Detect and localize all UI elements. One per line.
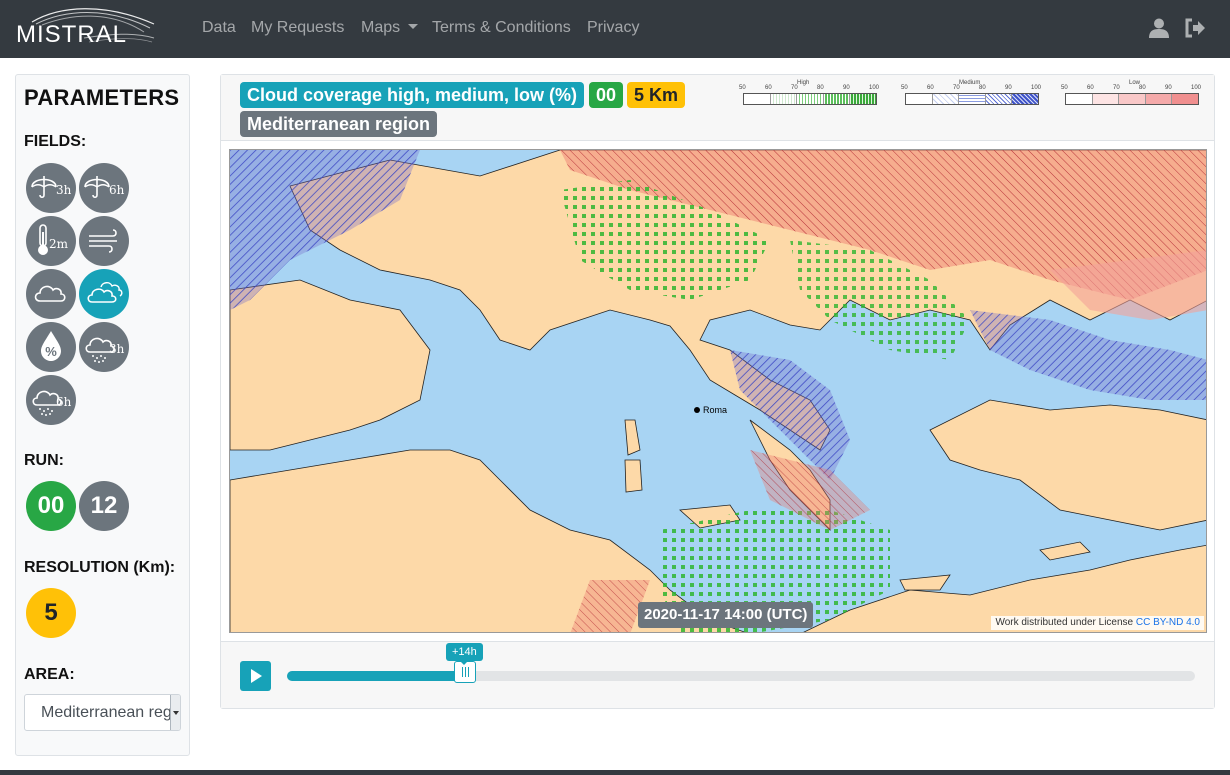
nav-terms[interactable]: Terms & Conditions bbox=[432, 19, 571, 37]
field-snow-3h-button[interactable]: 3h bbox=[79, 322, 129, 372]
chevron-down-icon bbox=[170, 695, 180, 730]
map-card-header: Cloud coverage high, medium, low (%) 00 … bbox=[221, 75, 1214, 141]
field-precip-6h-button[interactable]: 6h bbox=[79, 163, 129, 213]
field-cloud-total-button[interactable] bbox=[26, 269, 76, 319]
run-00-button[interactable]: 00 bbox=[26, 481, 76, 531]
time-step-tooltip: +14h bbox=[445, 643, 483, 665]
nav-my-requests[interactable]: My Requests bbox=[251, 19, 344, 37]
legend-high-bar bbox=[743, 93, 877, 105]
field-snow-3h-sub: 3h bbox=[109, 342, 125, 356]
legend-low-bar bbox=[1065, 93, 1199, 105]
resolution-label: RESOLUTION (Km): bbox=[24, 559, 176, 576]
nav-maps-dropdown[interactable]: Maps bbox=[361, 19, 419, 37]
resolution-badge: 5 Km bbox=[627, 82, 686, 108]
field-humidity-button[interactable]: % bbox=[26, 322, 76, 372]
time-slider-track[interactable] bbox=[287, 671, 1195, 681]
area-label: AREA: bbox=[24, 666, 75, 683]
nav-maps-label: Maps bbox=[361, 19, 401, 36]
area-badge: Mediterranean region bbox=[240, 111, 438, 137]
forecast-map[interactable]: Roma 2020-11-17 14:00 (UTC) Work distrib… bbox=[229, 149, 1207, 633]
wind-icon bbox=[89, 229, 117, 253]
field-temperature-button[interactable]: 2m bbox=[26, 216, 76, 266]
play-button[interactable] bbox=[240, 661, 271, 691]
fields-label: FIELDS: bbox=[24, 133, 87, 150]
field-precip-6h-sub: 6h bbox=[109, 183, 125, 197]
roma-marker bbox=[694, 407, 700, 413]
parameters-panel: PARAMETERS FIELDS: 3h 6h 2m % 3h 6h RUN:… bbox=[15, 74, 190, 756]
nav-privacy[interactable]: Privacy bbox=[587, 19, 639, 37]
roma-label: Roma bbox=[703, 405, 727, 415]
field-badge: Cloud coverage high, medium, low (%) bbox=[240, 82, 585, 108]
field-snow-6h-button[interactable]: 6h bbox=[26, 375, 76, 425]
run-12-button[interactable]: 12 bbox=[79, 481, 129, 531]
legend-medium: Medium 50 60 70 80 90 100 bbox=[901, 80, 1041, 108]
time-player: +14h bbox=[221, 641, 1214, 708]
map-canvas: Roma bbox=[230, 150, 1206, 632]
license-text: Work distributed under License bbox=[995, 617, 1134, 628]
resolution-5-button[interactable]: 5 bbox=[26, 588, 76, 638]
field-temperature-sub: 2m bbox=[49, 237, 69, 251]
map-timestamp: 2020-11-17 14:00 (UTC) bbox=[638, 602, 814, 628]
field-cloud-layers-button[interactable] bbox=[79, 269, 129, 319]
time-slider-fill bbox=[287, 671, 465, 681]
legend-high: High 50 60 70 80 90 100 bbox=[739, 80, 879, 108]
map-card: Cloud coverage high, medium, low (%) 00 … bbox=[220, 74, 1215, 709]
field-snow-6h-sub: 6h bbox=[56, 395, 72, 409]
field-wind-button[interactable] bbox=[79, 216, 129, 266]
license-link[interactable]: CC BY-ND 4.0 bbox=[1136, 617, 1200, 628]
legend-low: Low 50 60 70 80 90 100 bbox=[1061, 80, 1201, 108]
brand-name: MISTRAL bbox=[16, 21, 128, 48]
sign-out-icon[interactable] bbox=[1184, 17, 1206, 39]
license-attribution: Work distributed under License CC BY-ND … bbox=[991, 616, 1204, 630]
nav-data[interactable]: Data bbox=[202, 19, 236, 37]
run-label: RUN: bbox=[24, 452, 64, 469]
brand-logo[interactable]: MISTRAL bbox=[14, 4, 156, 48]
cloud-layers-icon bbox=[87, 282, 123, 303]
bottom-bar bbox=[0, 770, 1230, 775]
legend-medium-bar bbox=[905, 93, 1039, 105]
legend-medium-title: Medium bbox=[959, 80, 981, 86]
area-select[interactable]: Mediterranean region bbox=[24, 694, 181, 731]
chevron-down-icon bbox=[408, 24, 419, 29]
legend-high-title: High bbox=[797, 80, 810, 86]
field-precip-3h-button[interactable]: 3h bbox=[26, 163, 76, 213]
area-select-value: Mediterranean region bbox=[41, 704, 181, 721]
run-badge: 00 bbox=[589, 82, 624, 108]
field-precip-3h-sub: 3h bbox=[56, 183, 72, 197]
parameters-title: PARAMETERS bbox=[24, 85, 180, 110]
grip-icon bbox=[461, 667, 469, 677]
svg-text:%: % bbox=[45, 344, 57, 359]
cloud-icon bbox=[34, 285, 66, 302]
top-navbar: MISTRAL Data My Requests Maps Terms & Co… bbox=[0, 0, 1230, 58]
user-icon[interactable] bbox=[1148, 17, 1170, 39]
humidity-icon: % bbox=[41, 331, 61, 361]
